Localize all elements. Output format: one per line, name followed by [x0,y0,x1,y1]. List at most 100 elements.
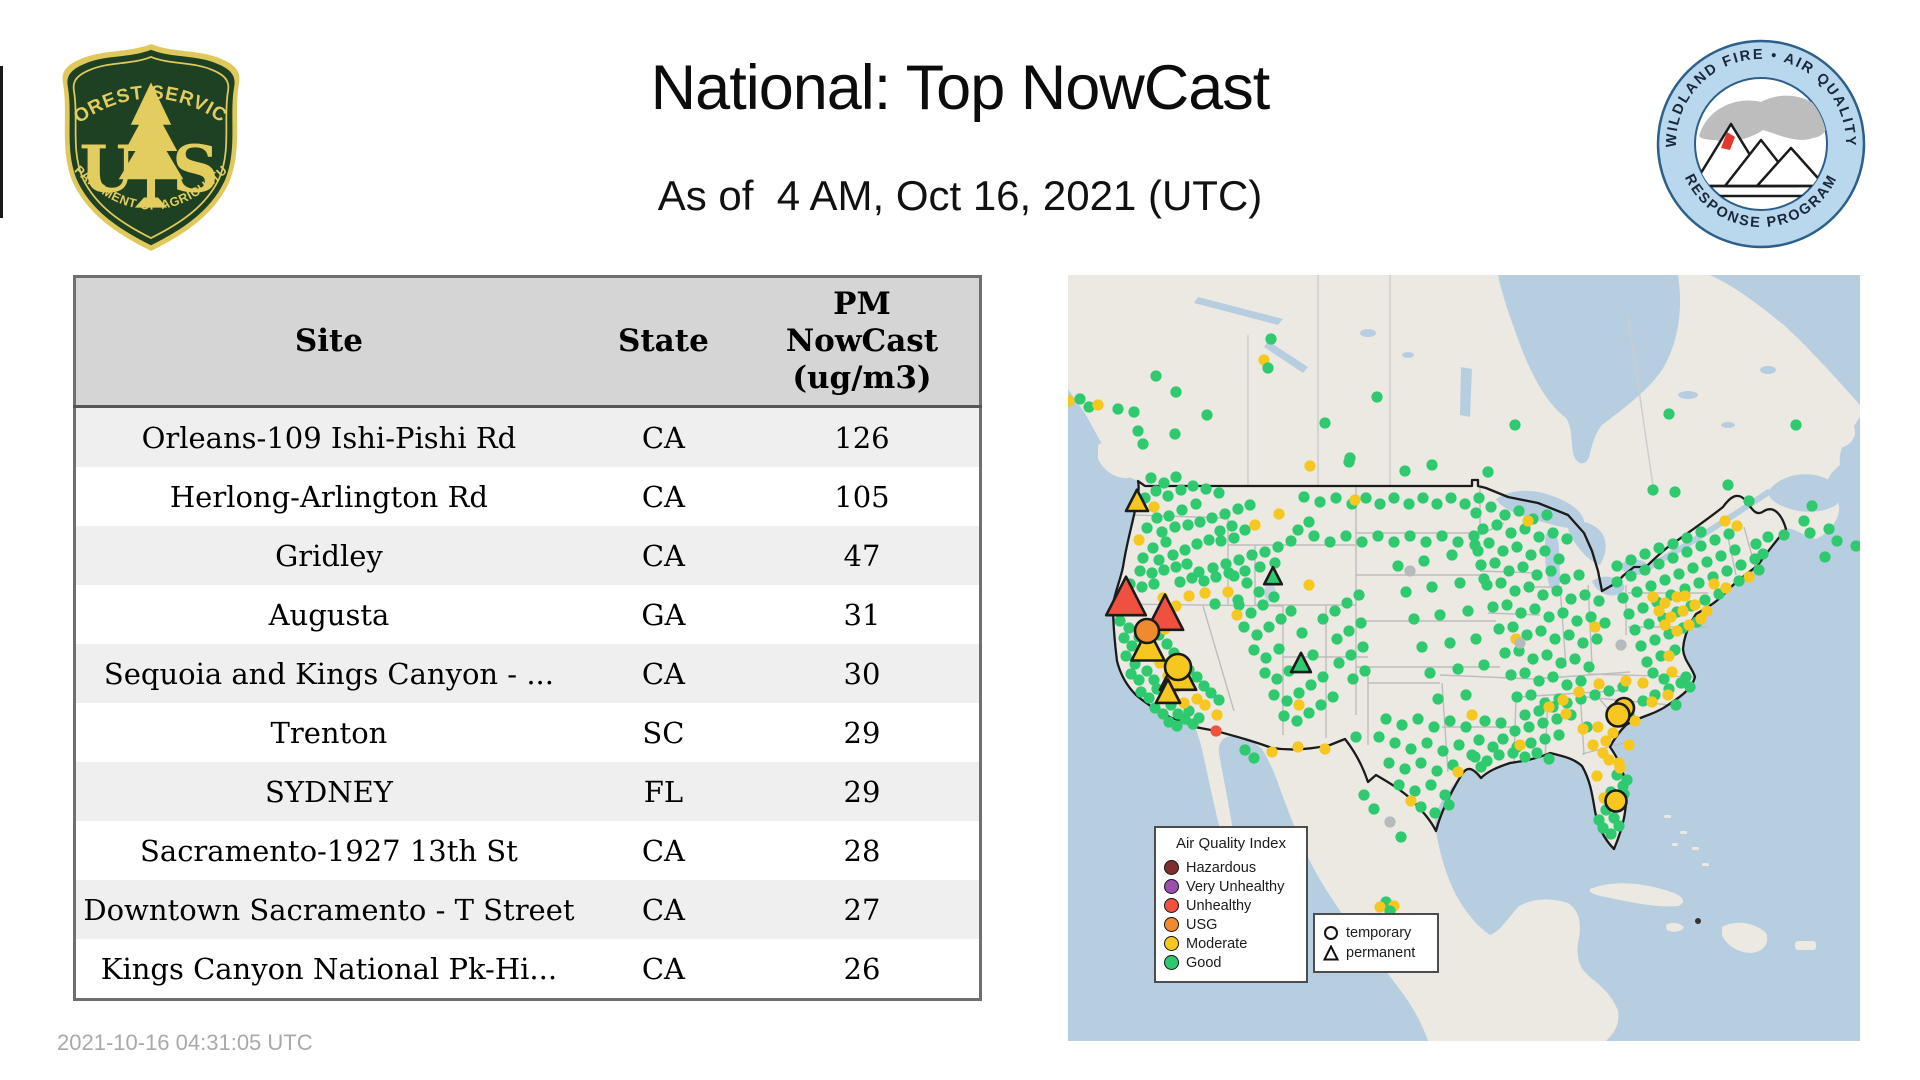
monitor-dot [1677,605,1689,617]
monitor-dot [1701,556,1713,568]
monitor-dot [1329,605,1341,617]
monitor-dot [1495,717,1507,729]
monitor-dot [1170,561,1182,573]
good-swatch-icon [1164,955,1179,970]
nowcast-table: Site State PM NowCast (ug/m3) Orleans-10… [73,275,982,1001]
monitor-dot [1179,544,1191,556]
monitor-dot [1341,597,1353,609]
monitor-dot [1753,564,1765,576]
monitor-dot [1515,607,1527,619]
monitor-dot [1593,678,1605,690]
page-title: National: Top NowCast [650,53,1271,123]
monitor-dot [1248,752,1260,764]
monitor-dot [1637,602,1649,614]
monitor-dot [1470,633,1482,645]
monitor-dot [1533,675,1545,687]
monitor-dot [1629,624,1641,636]
monitor-dot [1671,625,1683,637]
monitor-dot [1478,659,1490,671]
monitor-dot [1307,649,1319,661]
monitor-dot [1503,565,1515,577]
hazardous-swatch-icon [1164,860,1179,875]
monitor-dot [1460,721,1472,733]
monitor-dot [1170,471,1182,483]
monitor-dot [1373,731,1385,743]
state-cell: CA [641,420,685,455]
aqi-legend-items: Hazardous Very Unhealthy Unhealthy USG Moder… [1164,858,1298,972]
monitor-dot [1701,605,1713,617]
monitor-dot [1469,751,1481,763]
monitor-dot [1293,687,1305,699]
marker-legend-label: temporary [1346,925,1412,941]
monitor-dot [1790,419,1802,431]
monitor-dot [1271,673,1283,685]
monitor-dot [1074,393,1086,405]
monitor-dot [1403,498,1415,510]
monitor-dot [1547,527,1559,539]
monitor-dot [1731,520,1743,532]
aqi-legend-label: USG [1186,916,1218,933]
monitor-dot [1191,671,1203,683]
monitor-dot [1514,739,1526,751]
usg-swatch-icon [1164,917,1179,932]
monitor-dot [1141,522,1153,534]
monitor-dot [1238,621,1250,633]
monitor-dot [1667,552,1679,564]
monitor-dot [1245,607,1257,619]
monitor-dot [1647,484,1659,496]
aqi-legend-label: Moderate [1186,935,1248,952]
monitor-dot [1658,673,1670,685]
monitor-dot [1579,589,1591,601]
monitor-dot [1460,689,1472,701]
monitor-dot [1141,665,1153,677]
monitor-dot [1132,425,1144,437]
monitor-dot [1278,710,1290,722]
value-cell: 28 [843,833,881,868]
monitor-dot [1659,619,1671,631]
monitor-dot [1315,699,1327,711]
monitor-dot [1133,534,1145,546]
aqi-legend-label: Hazardous [1186,859,1257,876]
monitor-dot [1695,540,1707,552]
monitor-dot [1145,472,1157,484]
monitor-dot [1263,621,1275,633]
state-cell: CA [641,892,685,927]
report-page: FOREST SERVICE U S DEPARTMENT OF AGRICUL… [0,0,1920,1080]
monitor-dot [1473,734,1485,746]
monitor-dot [1266,746,1278,758]
monitor-dot [1222,586,1234,598]
table-body: Orleans-109 Ishi-Pishi Rd CA 126 Herlong-Ar… [74,406,981,1000]
monitor-dot [1281,695,1293,707]
monitor-dot [1452,766,1464,778]
monitor-dot [1469,539,1481,551]
monitor-dot [1303,579,1315,591]
monitor-dot [1356,536,1368,548]
monitor-dot [1246,549,1258,561]
monitor-dot [1150,485,1162,497]
table-row: Downtown Sacramento - T Street CA 27 [74,880,981,939]
monitor-dot [1175,484,1187,496]
monitor-dot [1507,621,1519,633]
monitor-dot [1161,638,1173,650]
temporary-monitor-marker [1604,789,1628,813]
monitor-dot [1561,533,1573,545]
site-cell: Herlong-Arlington Rd [169,479,488,514]
monitor-dot [1511,691,1523,703]
monitor-dot [1174,576,1186,588]
monitor-dot [1181,558,1193,570]
state-cell: CA [641,656,685,691]
monitor-dot [1215,535,1227,547]
monitor-dot [1275,613,1287,625]
monitor-dot [1695,918,1701,924]
monitor-dot [1495,577,1507,589]
monitor-dot [1187,480,1199,492]
monitor-dot [1345,649,1357,661]
monitor-dot [1405,795,1417,807]
monitor-dot [1432,693,1444,705]
monitor-dot [1525,689,1537,701]
monitor-dot [1156,526,1168,538]
monitor-dot [1319,743,1331,755]
lake-winnipeg [1460,367,1472,417]
monitor-dot [1545,565,1557,577]
monitor-dot [1268,591,1280,603]
